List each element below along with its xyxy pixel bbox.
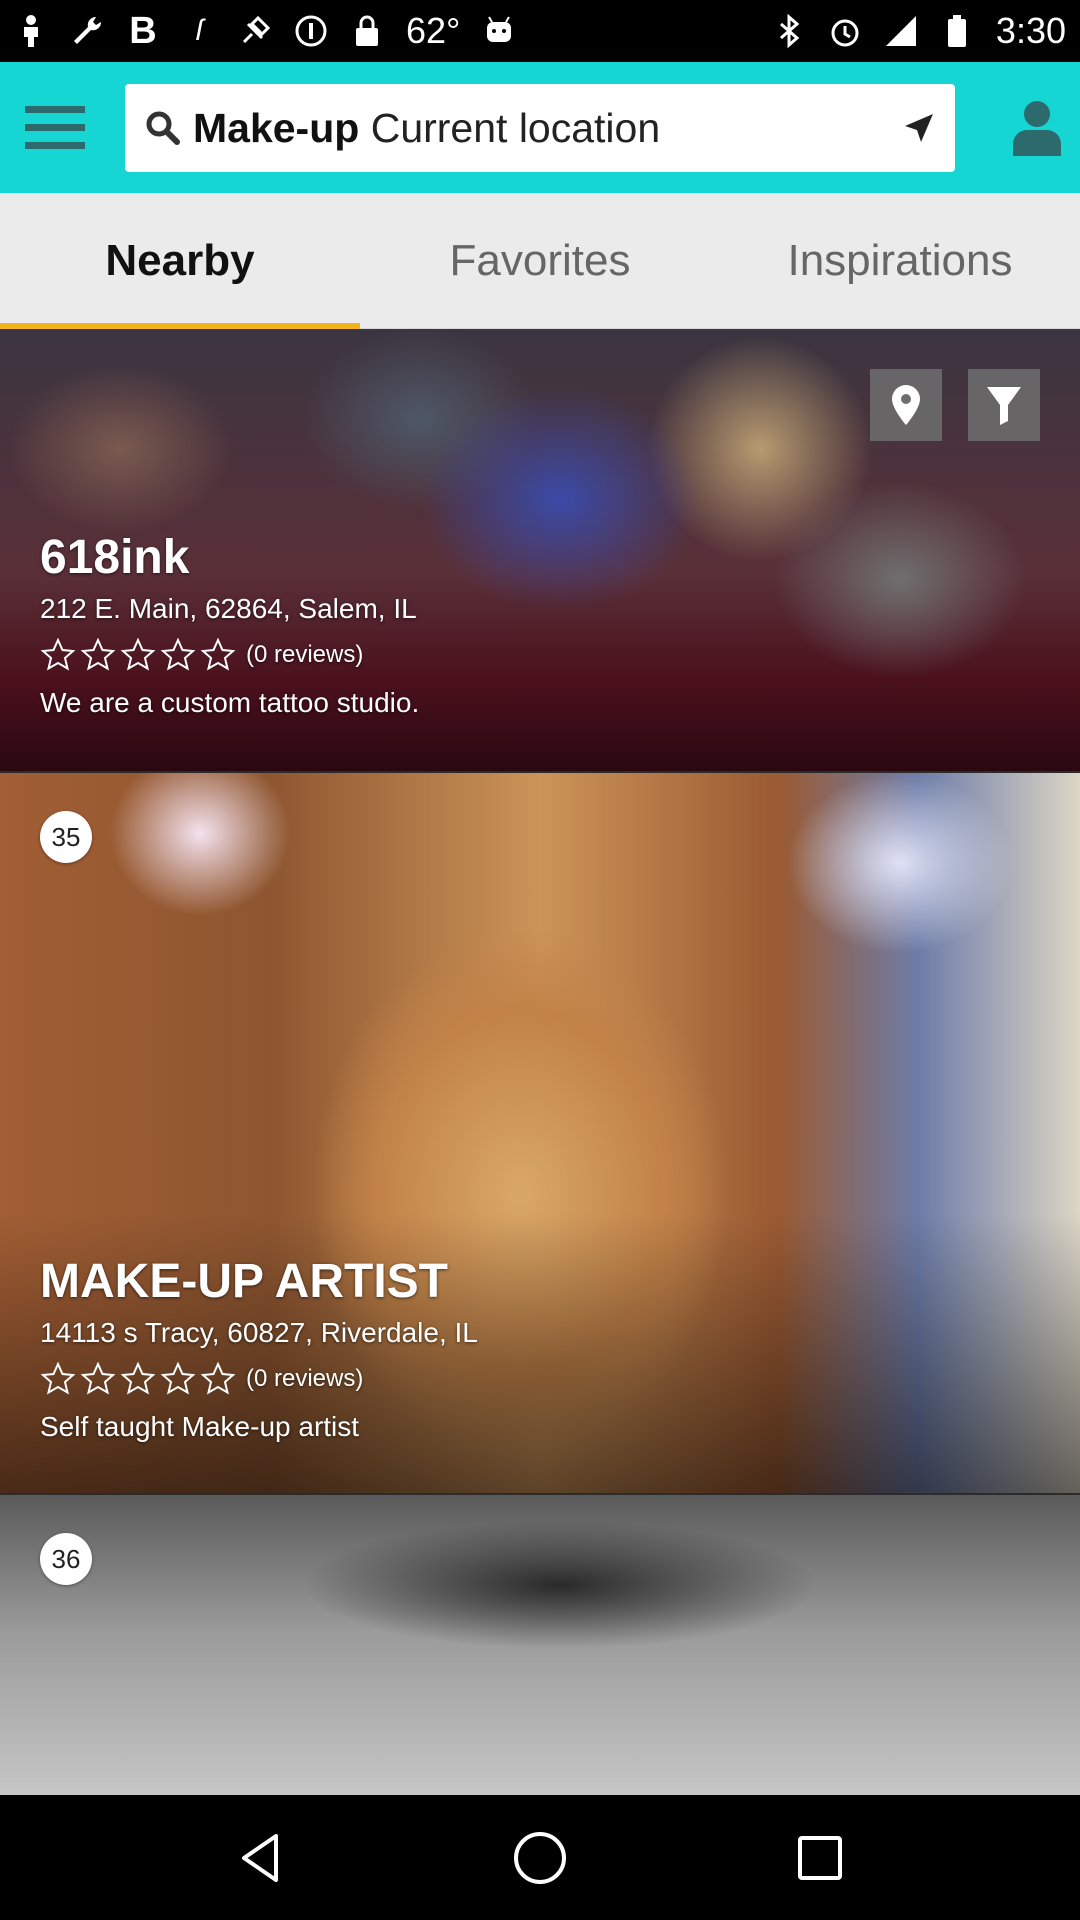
tab-favorites[interactable]: Favorites [360,193,720,329]
person-icon [1013,100,1061,156]
menu-button[interactable] [0,62,110,193]
back-button[interactable] [215,1813,305,1903]
tab-inspirations[interactable]: Inspirations [720,193,1080,329]
search-location: Current location [370,104,661,151]
top-app-bar: Make-up Current location [0,62,1080,193]
signal-icon [884,14,918,48]
filter-button[interactable] [968,369,1040,441]
star-outline-icon [200,1361,236,1395]
location-arrow-icon[interactable] [901,110,937,146]
star-outline-icon [200,637,236,671]
hamburger-menu-icon [25,105,85,149]
map-pin-icon [892,385,920,425]
rating-row: (0 reviews) [40,1361,478,1397]
system-nav-bar [0,1795,1080,1920]
profile-button[interactable] [994,62,1080,193]
status-bar-right: 3:30 [772,10,1066,52]
status-bar-left: B ſ 62° [14,10,772,52]
listing-card[interactable]: 36 [0,1495,1080,1795]
wrench-icon [70,14,104,48]
position-badge: 36 [40,1533,92,1585]
search-icon [146,111,180,145]
review-count: (0 reviews) [246,640,364,668]
listing-address: 212 E. Main, 62864, Salem, IL [40,592,417,624]
map-view-button[interactable] [870,369,942,441]
battery-icon [940,14,974,48]
listing-address: 14113 s Tracy, 60827, Riverdale, IL [40,1316,478,1348]
listing-description: We are a custom tattoo studio. [40,686,420,718]
search-keyword: Make-up [193,104,360,151]
info-icon [294,14,328,48]
listing-description: Self taught Make-up artist [40,1410,360,1442]
home-button[interactable] [495,1813,585,1903]
tab-nearby[interactable]: Nearby [0,193,360,329]
listing-card[interactable]: 618ink 212 E. Main, 62864, Salem, IL (0 … [0,329,1080,771]
star-outline-icon [160,1361,196,1395]
star-outline-icon [80,1361,116,1395]
listing-card[interactable]: 35 MAKE-UP ARTIST 14113 s Tracy, 60827, … [0,773,1080,1493]
star-outline-icon [120,637,156,671]
android-icon [482,14,516,48]
rating-row: (0 reviews) [40,637,419,673]
filter-funnel-icon [987,387,1021,425]
clock-text: 3:30 [995,10,1066,51]
listing-name: MAKE-UP ARTIST [40,1255,448,1308]
star-outline-icon [80,637,116,671]
swipe-icon: ſ [195,14,203,47]
listing-name: 618ink [40,531,190,584]
back-triangle-icon [242,1833,278,1882]
star-outline-icon [40,637,76,671]
lock-icon [350,14,384,48]
star-outline-icon [40,1361,76,1395]
review-count: (0 reviews) [246,1364,364,1392]
recents-square-icon [798,1835,842,1880]
listing-info: 618ink 212 E. Main, 62864, Salem, IL (0 … [40,529,419,719]
listing-info: MAKE-UP ARTIST 14113 s Tracy, 60827, Riv… [40,1253,478,1443]
search-query[interactable]: Make-up Current location [193,105,901,152]
home-circle-icon [514,1831,566,1884]
tab-bar: Nearby Favorites Inspirations [0,193,1080,329]
position-badge: 35 [40,811,92,863]
app-root: B ſ 62° 3:30 Make-up Current location Ne… [0,0,1080,1920]
temperature-text: 62° [406,10,461,51]
bluetooth-icon [772,14,806,48]
person-pin-icon [14,14,48,48]
fake-gps-icon [238,14,272,48]
bold-b-icon: B [129,10,157,52]
search-field[interactable]: Make-up Current location [125,84,955,172]
star-rating [40,637,236,673]
star-outline-icon [160,637,196,671]
recents-button[interactable] [775,1813,865,1903]
star-outline-icon [120,1361,156,1395]
star-rating [40,1361,236,1397]
alarm-icon [828,14,862,48]
status-bar: B ſ 62° 3:30 [0,0,1080,62]
